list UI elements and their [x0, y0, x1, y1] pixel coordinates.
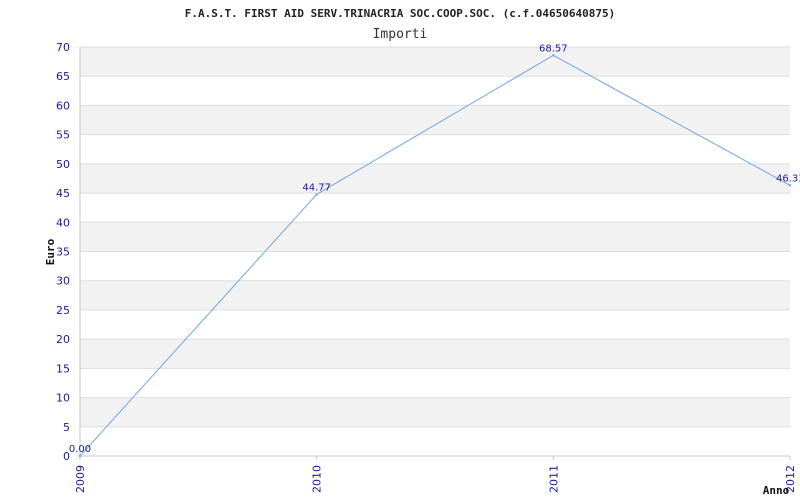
- data-label: 44.77: [302, 182, 331, 193]
- y-tick-label: 10: [56, 392, 70, 405]
- data-point: [315, 193, 318, 196]
- y-tick-label: 30: [56, 275, 70, 288]
- x-tick-labels: 2009 2010 2011 2012: [74, 456, 797, 493]
- data-label: 68.57: [539, 43, 568, 54]
- grid-band: [80, 105, 790, 135]
- y-tick-label: 20: [56, 333, 70, 346]
- y-tick-label: 50: [56, 158, 70, 171]
- y-tick-label: 35: [56, 246, 70, 259]
- y-tick-labels: 0510152025303540455055606570: [56, 41, 70, 463]
- y-tick-label: 55: [56, 129, 70, 142]
- grid-band: [80, 397, 790, 427]
- y-tick-label: 45: [56, 187, 70, 200]
- line-chart: 0510152025303540455055606570 2009 2010 201…: [44, 7, 800, 497]
- x-tick-label: 2010: [311, 465, 324, 493]
- y-tick-label: 65: [56, 70, 70, 83]
- grid-band: [80, 47, 790, 77]
- y-tick-label: 60: [56, 99, 70, 112]
- x-axis-label: Anno: [763, 484, 790, 497]
- y-tick-label: 5: [63, 421, 70, 434]
- background-bands: [80, 47, 790, 427]
- grid-band: [80, 280, 790, 310]
- chart-subtitle: Importi: [373, 27, 428, 42]
- x-tick-label: 2009: [74, 465, 87, 493]
- y-tick-label: 70: [56, 41, 70, 54]
- data-point: [78, 454, 82, 458]
- x-tick-label: 2011: [547, 465, 560, 493]
- data-point: [788, 184, 792, 187]
- y-tick-label: 40: [56, 216, 70, 229]
- chart-title: F.A.S.T. FIRST AID SERV.TRINACRIA SOC.CO…: [185, 7, 615, 20]
- data-label: 46.33: [776, 173, 800, 184]
- grid-band: [80, 339, 790, 369]
- data-point: [552, 54, 555, 57]
- y-tick-label: 25: [56, 304, 70, 317]
- grid-band: [80, 222, 790, 252]
- data-label: 0.00: [69, 444, 91, 455]
- grid-band: [80, 163, 790, 194]
- y-axis-label: Euro: [44, 238, 57, 265]
- y-tick-label: 15: [56, 362, 70, 375]
